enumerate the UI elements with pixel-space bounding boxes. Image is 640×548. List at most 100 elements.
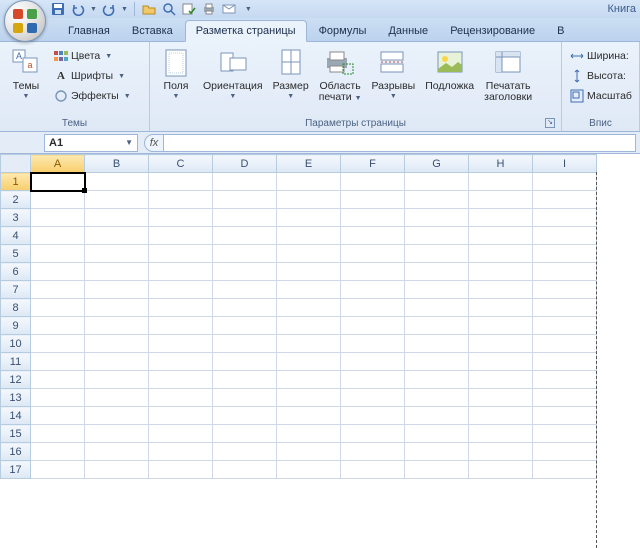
cell[interactable] — [277, 191, 341, 209]
cell[interactable] — [31, 245, 85, 263]
cell[interactable] — [277, 227, 341, 245]
cell[interactable] — [341, 317, 405, 335]
column-header[interactable]: G — [405, 155, 469, 173]
cell[interactable] — [341, 443, 405, 461]
orientation-button[interactable]: Ориентация ▼ — [198, 44, 268, 103]
cell[interactable] — [149, 443, 213, 461]
row-header[interactable]: 8 — [1, 299, 31, 317]
background-button[interactable]: Подложка — [420, 44, 479, 95]
cell[interactable] — [341, 407, 405, 425]
scale-height-row[interactable]: Высота: — [566, 66, 636, 86]
cell[interactable] — [533, 173, 597, 191]
formula-bar[interactable] — [164, 134, 636, 152]
cell[interactable] — [213, 461, 277, 479]
cell[interactable] — [341, 335, 405, 353]
size-button[interactable]: Размер ▼ — [268, 44, 314, 103]
column-header[interactable]: A — [31, 155, 85, 173]
print-preview-button[interactable] — [161, 1, 177, 17]
cell[interactable] — [213, 353, 277, 371]
cell[interactable] — [149, 299, 213, 317]
cell[interactable] — [405, 245, 469, 263]
print-titles-button[interactable]: Печататьзаголовки — [479, 44, 537, 106]
cell[interactable] — [31, 353, 85, 371]
tab-page-layout[interactable]: Разметка страницы — [185, 20, 307, 42]
row-header[interactable]: 4 — [1, 227, 31, 245]
print-area-button[interactable]: Областьпечати ▼ — [314, 44, 367, 107]
row-header[interactable]: 2 — [1, 191, 31, 209]
column-header[interactable]: C — [149, 155, 213, 173]
cell[interactable] — [277, 353, 341, 371]
cell[interactable] — [277, 263, 341, 281]
cell[interactable] — [533, 389, 597, 407]
cell[interactable] — [469, 353, 533, 371]
cell[interactable] — [277, 317, 341, 335]
cell[interactable] — [213, 263, 277, 281]
cell[interactable] — [149, 389, 213, 407]
cell[interactable] — [85, 209, 149, 227]
row-header[interactable]: 3 — [1, 209, 31, 227]
cell[interactable] — [469, 263, 533, 281]
cell[interactable] — [213, 173, 277, 191]
cell[interactable] — [469, 245, 533, 263]
cell[interactable] — [213, 425, 277, 443]
tab-view[interactable]: В — [547, 21, 574, 41]
cell[interactable] — [469, 335, 533, 353]
cell[interactable] — [85, 353, 149, 371]
cell[interactable] — [405, 173, 469, 191]
save-button[interactable] — [50, 1, 66, 17]
column-header[interactable]: H — [469, 155, 533, 173]
cell[interactable] — [31, 299, 85, 317]
cell[interactable] — [85, 227, 149, 245]
cell[interactable] — [213, 299, 277, 317]
cell[interactable] — [31, 173, 85, 191]
cell[interactable] — [533, 461, 597, 479]
row-header[interactable]: 5 — [1, 245, 31, 263]
cell[interactable] — [149, 335, 213, 353]
cell[interactable] — [405, 281, 469, 299]
cell[interactable] — [469, 299, 533, 317]
cell[interactable] — [341, 191, 405, 209]
cell[interactable] — [149, 227, 213, 245]
cell[interactable] — [533, 281, 597, 299]
quick-print-button[interactable] — [201, 1, 217, 17]
cell[interactable] — [149, 191, 213, 209]
cell[interactable] — [533, 299, 597, 317]
row-header[interactable]: 7 — [1, 281, 31, 299]
cell[interactable] — [213, 407, 277, 425]
cell[interactable] — [213, 191, 277, 209]
cell[interactable] — [405, 461, 469, 479]
cell[interactable] — [469, 425, 533, 443]
cell[interactable] — [149, 281, 213, 299]
row-header[interactable]: 1 — [1, 173, 31, 191]
tab-insert[interactable]: Вставка — [122, 21, 183, 41]
cell[interactable] — [469, 461, 533, 479]
cell[interactable] — [31, 389, 85, 407]
cell[interactable] — [533, 443, 597, 461]
cell[interactable] — [277, 281, 341, 299]
cell[interactable] — [85, 173, 149, 191]
cell[interactable] — [85, 407, 149, 425]
cell[interactable] — [533, 407, 597, 425]
cell[interactable] — [405, 317, 469, 335]
cell[interactable] — [85, 281, 149, 299]
column-header[interactable]: E — [277, 155, 341, 173]
office-button[interactable] — [4, 0, 46, 42]
redo-button[interactable] — [101, 1, 117, 17]
cell[interactable] — [31, 443, 85, 461]
cell[interactable] — [85, 389, 149, 407]
cell[interactable] — [469, 317, 533, 335]
cell[interactable] — [31, 461, 85, 479]
cell[interactable] — [533, 353, 597, 371]
cell[interactable] — [149, 173, 213, 191]
page-setup-dialog-launcher[interactable]: ↘ — [545, 118, 555, 128]
cell[interactable] — [277, 389, 341, 407]
cell[interactable] — [31, 371, 85, 389]
cell[interactable] — [213, 227, 277, 245]
theme-colors-button[interactable]: Цвета ▼ — [50, 46, 135, 66]
theme-fonts-button[interactable]: A Шрифты ▼ — [50, 66, 135, 86]
cell[interactable] — [31, 317, 85, 335]
cell[interactable] — [85, 335, 149, 353]
cell[interactable] — [85, 317, 149, 335]
cell[interactable] — [405, 263, 469, 281]
cell[interactable] — [31, 281, 85, 299]
